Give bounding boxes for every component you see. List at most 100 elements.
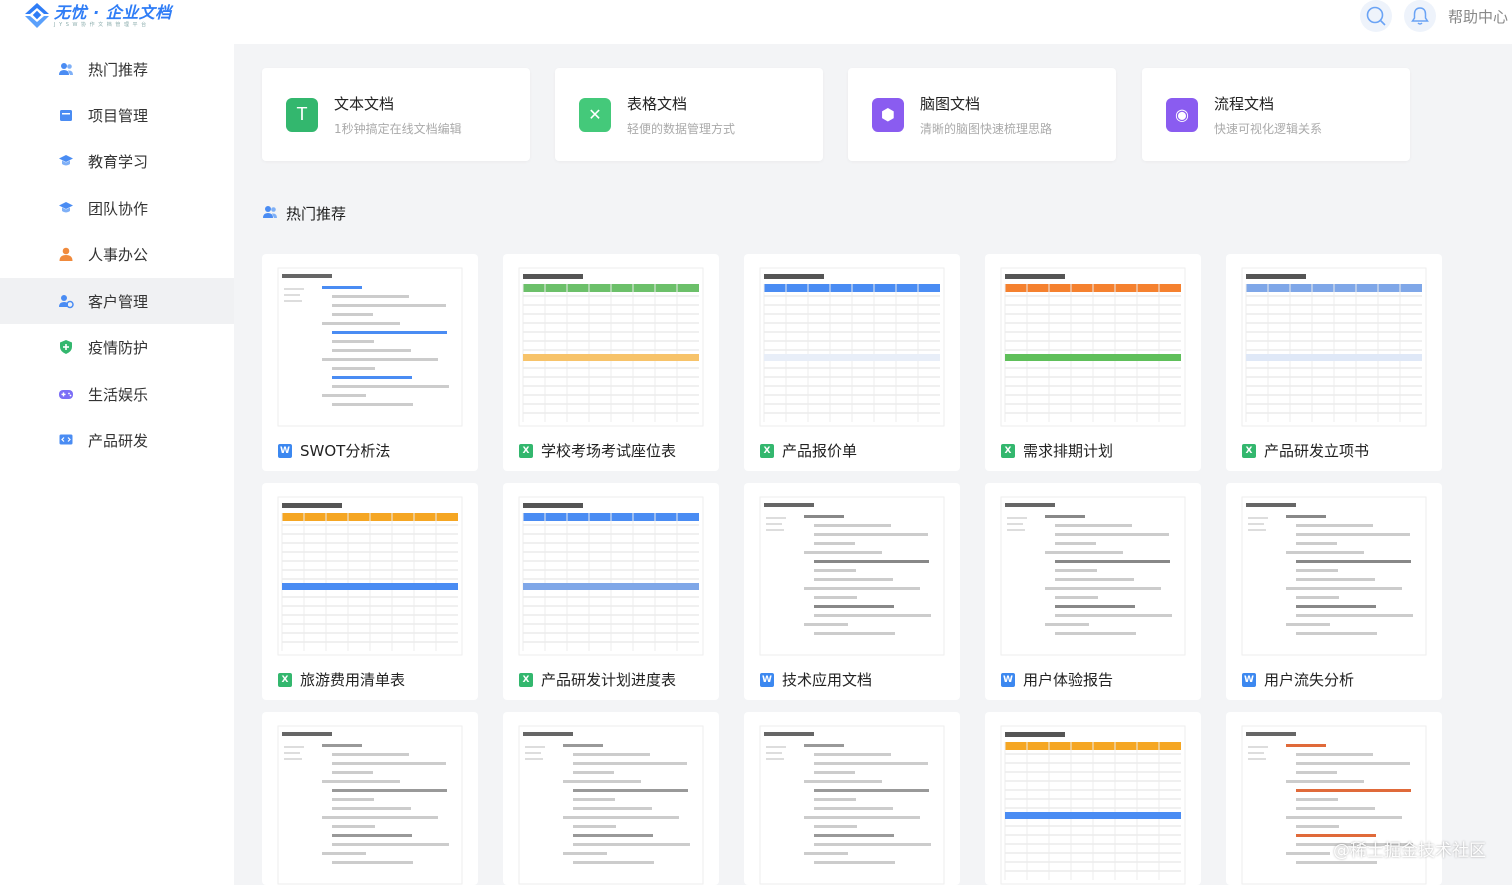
template-thumbnail: [503, 712, 719, 885]
person-icon: [58, 246, 74, 262]
card-desc: 轻便的数据管理方式: [627, 121, 736, 136]
template-card[interactable]: W 用户流失分析: [1226, 483, 1442, 700]
excel-file-icon: X: [760, 443, 774, 458]
app-logo[interactable]: 无忧 · 企业文档 J Y S W 协 作 文 档 管 理 平 台: [22, 0, 172, 32]
sidebar-item-label: 热门推荐: [88, 60, 149, 79]
bell-icon[interactable]: [1403, 0, 1436, 32]
graduation-cap-icon: [58, 153, 74, 169]
sidebar-item-label: 人事办公: [88, 245, 149, 264]
new-text-doc-card[interactable]: T 文本文档 1秒钟搞定在线文档编辑: [262, 68, 530, 161]
word-file-icon: W: [1242, 672, 1256, 687]
template-thumbnail: [744, 712, 960, 885]
template-name: 学校考场考试座位表: [541, 442, 677, 460]
excel-file-icon: X: [1001, 443, 1015, 458]
template-name: 需求排期计划: [1023, 442, 1114, 460]
template-thumbnail: [262, 712, 478, 885]
card-title: 表格文档: [627, 94, 688, 113]
template-thumbnail: [985, 254, 1201, 432]
template-card[interactable]: [985, 712, 1201, 885]
excel-file-icon: X: [278, 672, 292, 687]
template-card[interactable]: X 学校考场考试座位表: [503, 254, 719, 471]
sidebar-item-project[interactable]: 项目管理: [0, 92, 234, 138]
card-title: 文本文档: [334, 94, 395, 113]
logo-icon: [22, 1, 52, 31]
sidebar-item-label: 疫情防护: [88, 338, 149, 357]
folder-icon: [58, 107, 74, 123]
top-header: 无忧 · 企业文档 J Y S W 协 作 文 档 管 理 平 台 帮助中心: [0, 0, 1512, 44]
template-name: SWOT分析法: [300, 442, 391, 460]
sidebar-item-education[interactable]: 教育学习: [0, 138, 234, 184]
text-doc-icon: T: [286, 97, 318, 132]
template-thumbnail: [1226, 254, 1442, 432]
template-name: 用户流失分析: [1264, 671, 1355, 689]
template-card[interactable]: [744, 712, 960, 885]
table-doc-icon: ✕: [579, 97, 611, 132]
template-card[interactable]: X 需求排期计划: [985, 254, 1201, 471]
gamepad-icon: [58, 386, 74, 402]
word-file-icon: W: [278, 443, 292, 458]
template-name: 技术应用文档: [782, 671, 873, 689]
template-card[interactable]: X 产品报价单: [744, 254, 960, 471]
users-icon: [262, 204, 278, 224]
card-desc: 快速可视化逻辑关系: [1214, 121, 1323, 136]
template-thumbnail: [985, 483, 1201, 661]
new-mindmap-doc-card[interactable]: ⬢ 脑图文档清晰的脑图快速梳理思路: [848, 68, 1116, 161]
template-card[interactable]: X 旅游费用清单表: [262, 483, 478, 700]
template-card[interactable]: W 技术应用文档: [744, 483, 960, 700]
template-card[interactable]: X 产品研发计划进度表: [503, 483, 719, 700]
users-icon: [58, 61, 74, 77]
template-thumbnail: [262, 483, 478, 661]
sidebar-item-team[interactable]: 团队协作: [0, 185, 234, 231]
template-thumbnail: [744, 254, 960, 432]
template-thumbnail: [1226, 483, 1442, 661]
template-thumbnail: [744, 483, 960, 661]
sidebar-item-label: 生活娱乐: [88, 385, 149, 404]
code-monitor-icon: [58, 432, 74, 448]
sidebar: 热门推荐 项目管理 教育学习 团队协作 人事办公 客户管理 疫情防护 生活娱乐 …: [0, 44, 234, 885]
flow-doc-icon: ◉: [1166, 97, 1198, 132]
sidebar-item-hot[interactable]: 热门推荐: [0, 46, 234, 92]
search-icon[interactable]: [1359, 0, 1392, 32]
mindmap-doc-icon: ⬢: [872, 97, 904, 132]
template-name: 产品研发立项书: [1264, 442, 1370, 460]
watermark: @稀土掘金技术社区: [1333, 841, 1486, 861]
card-title: 流程文档: [1214, 94, 1275, 113]
logo-subtitle: J Y S W 协 作 文 档 管 理 平 台: [54, 21, 148, 28]
card-desc: 清晰的脑图快速梳理思路: [920, 121, 1053, 136]
excel-file-icon: X: [519, 443, 533, 458]
card-title: 脑图文档: [920, 94, 981, 113]
template-card[interactable]: [503, 712, 719, 885]
template-thumbnail: [503, 254, 719, 432]
excel-file-icon: X: [1242, 443, 1256, 458]
word-file-icon: W: [760, 672, 774, 687]
logo-title: 无忧 · 企业文档: [54, 2, 172, 22]
template-name: 旅游费用清单表: [300, 671, 406, 689]
new-flow-doc-card[interactable]: ◉ 流程文档快速可视化逻辑关系: [1142, 68, 1410, 161]
template-card[interactable]: [262, 712, 478, 885]
template-name: 产品研发计划进度表: [541, 671, 677, 689]
section-header: 热门推荐: [262, 203, 346, 224]
new-table-doc-card[interactable]: ✕ 表格文档轻便的数据管理方式: [555, 68, 823, 161]
word-file-icon: W: [1001, 672, 1015, 687]
template-thumbnail: [262, 254, 478, 432]
sidebar-item-label: 项目管理: [88, 106, 149, 125]
section-title: 热门推荐: [286, 205, 347, 223]
template-thumbnail: [503, 483, 719, 661]
sidebar-item-hr[interactable]: 人事办公: [0, 231, 234, 277]
template-thumbnail: [985, 712, 1201, 885]
template-card[interactable]: X 产品研发立项书: [1226, 254, 1442, 471]
template-card[interactable]: W SWOT分析法: [262, 254, 478, 471]
template-card[interactable]: W 用户体验报告: [985, 483, 1201, 700]
help-center-link[interactable]: 帮助中心: [1448, 6, 1508, 27]
sidebar-item-label: 产品研发: [88, 431, 149, 450]
template-name: 产品报价单: [782, 442, 858, 460]
shield-icon: [58, 339, 74, 355]
sidebar-item-epidemic[interactable]: 疫情防护: [0, 324, 234, 370]
template-name: 用户体验报告: [1023, 671, 1114, 689]
sidebar-item-life[interactable]: 生活娱乐: [0, 371, 234, 417]
sidebar-item-label: 教育学习: [88, 152, 149, 171]
sidebar-item-label: 团队协作: [88, 199, 149, 218]
sidebar-item-label: 客户管理: [88, 292, 149, 311]
sidebar-item-client[interactable]: 客户管理: [0, 278, 234, 324]
sidebar-item-rnd[interactable]: 产品研发: [0, 417, 234, 463]
